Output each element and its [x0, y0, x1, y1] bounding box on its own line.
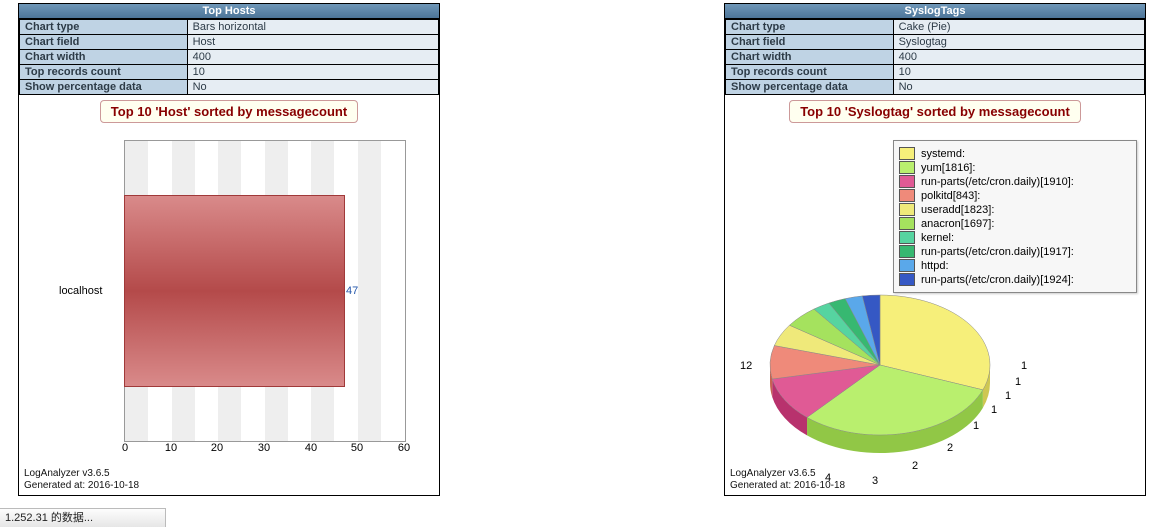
swatch-icon — [899, 231, 915, 244]
pie-value: 2 — [947, 442, 953, 454]
prop-value: Host — [187, 35, 438, 50]
pie-chart-area: Top 10 'Syslogtag' sorted by messagecoun… — [725, 100, 1145, 495]
legend-item: anacron[1697]: — [899, 217, 1131, 230]
chart-title: Top 10 'Host' sorted by messagecount — [100, 100, 358, 123]
pie-value: 2 — [912, 460, 918, 472]
status-bar: 1.252.31 的数据... — [0, 508, 166, 527]
chart-footer: LogAnalyzer v3.6.5Generated at: 2016-10-… — [24, 468, 139, 492]
prop-label: Chart field — [20, 35, 188, 50]
legend-label: systemd: — [921, 148, 965, 160]
x-tick: 0 — [115, 442, 135, 454]
prop-label: Show percentage data — [20, 80, 188, 95]
bar-category-label: localhost — [59, 285, 102, 297]
bar-value-label: 47 — [346, 285, 358, 297]
prop-value: 10 — [893, 65, 1144, 80]
pie-value: 3 — [872, 475, 878, 487]
chart-title: Top 10 'Syslogtag' sorted by messagecoun… — [789, 100, 1081, 123]
legend-label: anacron[1697]: — [921, 218, 994, 230]
prop-label: Chart width — [726, 50, 894, 65]
swatch-icon — [899, 203, 915, 216]
legend-label: polkitd[843]: — [921, 190, 980, 202]
legend-label: useradd[1823]: — [921, 204, 994, 216]
pie-value: 1 — [1015, 376, 1021, 388]
x-tick: 40 — [301, 442, 321, 454]
pie-value: 1 — [1021, 360, 1027, 372]
prop-value: 400 — [187, 50, 438, 65]
panel-title: Top Hosts — [19, 4, 439, 19]
pie-value: 1 — [1005, 390, 1011, 402]
bar-chart-area: Top 10 'Host' sorted by messagecount loc… — [19, 100, 439, 495]
legend-label: kernel: — [921, 232, 954, 244]
prop-label: Top records count — [20, 65, 188, 80]
prop-label: Chart type — [20, 20, 188, 35]
pie-plot — [730, 255, 1020, 475]
pie-value: 1 — [973, 420, 979, 432]
prop-label: Chart field — [726, 35, 894, 50]
legend-label: yum[1816]: — [921, 162, 975, 174]
legend-item: run-parts(/etc/cron.daily)[1910]: — [899, 175, 1131, 188]
prop-value: No — [893, 80, 1144, 95]
swatch-icon — [899, 147, 915, 160]
bar-localhost — [124, 195, 345, 387]
legend-item: systemd: — [899, 147, 1131, 160]
legend-item: useradd[1823]: — [899, 203, 1131, 216]
prop-label: Chart type — [726, 20, 894, 35]
swatch-icon — [899, 189, 915, 202]
legend-item: yum[1816]: — [899, 161, 1131, 174]
prop-value: Syslogtag — [893, 35, 1144, 50]
top-hosts-panel: Top Hosts Chart typeBars horizontal Char… — [18, 3, 440, 496]
legend-item: kernel: — [899, 231, 1131, 244]
swatch-icon — [899, 161, 915, 174]
swatch-icon — [899, 217, 915, 230]
x-tick: 30 — [254, 442, 274, 454]
x-tick: 50 — [347, 442, 367, 454]
prop-value: 400 — [893, 50, 1144, 65]
x-tick: 20 — [207, 442, 227, 454]
x-tick: 10 — [161, 442, 181, 454]
panel-title: SyslogTags — [725, 4, 1145, 19]
legend-label: run-parts(/etc/cron.daily)[1910]: — [921, 176, 1074, 188]
syslogtags-panel: SyslogTags Chart typeCake (Pie) Chart fi… — [724, 3, 1146, 496]
props-table: Chart typeBars horizontal Chart fieldHos… — [19, 19, 439, 95]
pie-value: 12 — [740, 360, 752, 372]
prop-label: Top records count — [726, 65, 894, 80]
legend-item: polkitd[843]: — [899, 189, 1131, 202]
props-table: Chart typeCake (Pie) Chart fieldSyslogta… — [725, 19, 1145, 95]
prop-value: 10 — [187, 65, 438, 80]
prop-label: Show percentage data — [726, 80, 894, 95]
swatch-icon — [899, 175, 915, 188]
pie-value: 1 — [991, 404, 997, 416]
x-tick: 60 — [394, 442, 414, 454]
bar-plot: localhost 47 0 10 20 30 40 50 60 — [59, 140, 404, 460]
prop-value: Cake (Pie) — [893, 20, 1144, 35]
prop-value: No — [187, 80, 438, 95]
prop-label: Chart width — [20, 50, 188, 65]
prop-value: Bars horizontal — [187, 20, 438, 35]
chart-footer: LogAnalyzer v3.6.5Generated at: 2016-10-… — [730, 468, 845, 492]
